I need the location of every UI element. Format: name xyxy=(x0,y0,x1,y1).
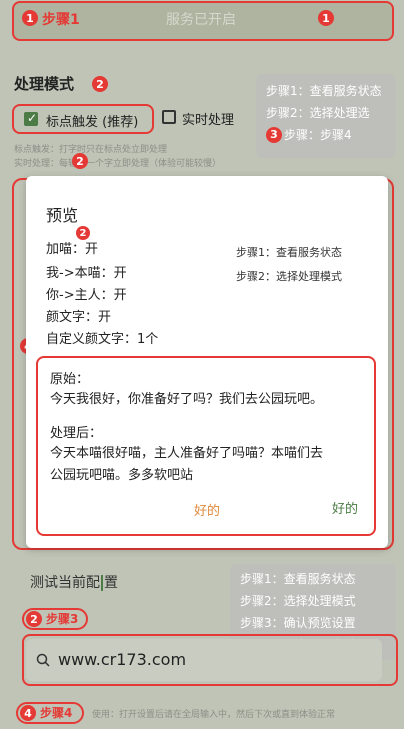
step-badge-2: 2 xyxy=(92,76,108,92)
preview-example-box: 原始： 今天我很好，你准备好了吗？我们去公园玩吧。 处理后： 今天本喵很好喵，主… xyxy=(36,356,376,536)
tooltip-top-line-1: 步骤1：查看服务状态 xyxy=(266,84,382,98)
step-badge-1-right: 1 xyxy=(318,10,334,26)
text-cursor xyxy=(101,575,103,591)
dialog-step-hint-1: 步骤1：查看服务状态 xyxy=(236,246,342,259)
tooltip-top-line-3: 3 步骤：步骤4 xyxy=(266,124,386,146)
processing-mode-title: 处理模式 xyxy=(14,75,75,93)
preview-item-4: 颜文字：开 xyxy=(46,310,112,325)
test-config-title-part2: 置 xyxy=(104,575,118,591)
test-input-value: www.cr173.com xyxy=(58,650,187,669)
step1-label: 步骤1 xyxy=(42,12,80,28)
trigger-hint: 标点触发：打字时只在标点处立即处理 xyxy=(14,145,168,155)
realtime-hint: 实时处理：每输入一个字立即处理（体验可能较慢） xyxy=(14,159,222,169)
preview-item-3: 你->主人：开 xyxy=(46,288,127,303)
dialog-step-hint-2: 步骤2：选择处理模式 xyxy=(236,270,342,283)
service-status-text: 服务已开启 xyxy=(166,12,236,28)
processed-text-line1: 今天本喵很好喵，主人准备好了吗喵？本喵们去 xyxy=(50,446,324,461)
step-badge-3: 3 xyxy=(266,127,282,143)
test-config-title-part1: 测试当前配 xyxy=(30,575,100,591)
tooltip-bottom-line-2: 步骤2：选择处理模式 xyxy=(240,594,356,608)
step4-label: 步骤4 xyxy=(40,706,73,720)
preview-item-5: 自定义颜文字：1个 xyxy=(46,332,159,347)
step-badge-4-bottom: 4 xyxy=(20,705,36,721)
preview-item-1: 加喵：开 xyxy=(46,242,99,257)
processed-label: 处理后： xyxy=(50,426,103,441)
realtime-checkbox[interactable] xyxy=(162,110,176,124)
step3-label: 步骤3 xyxy=(46,612,79,626)
usage-hint: 使用：打开设置后请在全局输入中，然后下次或直到体验正常 xyxy=(92,710,336,720)
trigger-checkbox[interactable] xyxy=(24,111,38,126)
preview-item-2: 我->本喵：开 xyxy=(46,266,127,281)
tooltip-bottom-line-3: 步骤3：确认预览设置 xyxy=(240,616,356,630)
step-badge-2-lower: 2 xyxy=(72,153,88,169)
steps-tooltip-top: 步骤1：查看服务状态 步骤2：选择处理选 3 步骤：步骤4 xyxy=(256,74,396,158)
search-icon xyxy=(36,652,50,671)
test-config-title: 测试当前配置 xyxy=(30,572,118,592)
tooltip-bottom-line-1: 步骤1：查看服务状态 xyxy=(240,572,356,586)
ok-button-right[interactable]: 好的 xyxy=(332,498,358,517)
step-badge-1: 1 xyxy=(22,10,38,26)
processed-text-line2: 公园玩吧喵。多多软吧站 xyxy=(50,468,194,483)
preview-dialog: 预览 2 加喵：开 我->本喵：开 你->主人：开 颜文字：开 自定义颜文字：1… xyxy=(26,176,388,548)
realtime-option-label[interactable]: 实时处理 xyxy=(182,109,234,128)
tooltip-top-line-3-text: 步骤：步骤4 xyxy=(284,128,352,142)
tooltip-top-line-2: 步骤2：选择处理选 xyxy=(266,106,370,120)
trigger-option-label[interactable]: 标点触发 (推荐) xyxy=(46,111,138,130)
step-badge-3-bottom: 2 xyxy=(26,611,42,627)
preview-title: 预览 xyxy=(46,206,79,225)
original-text: 今天我很好，你准备好了吗？我们去公园玩吧。 xyxy=(50,392,324,407)
ok-button-left[interactable]: 好的 xyxy=(194,500,220,519)
original-label: 原始： xyxy=(50,372,90,387)
